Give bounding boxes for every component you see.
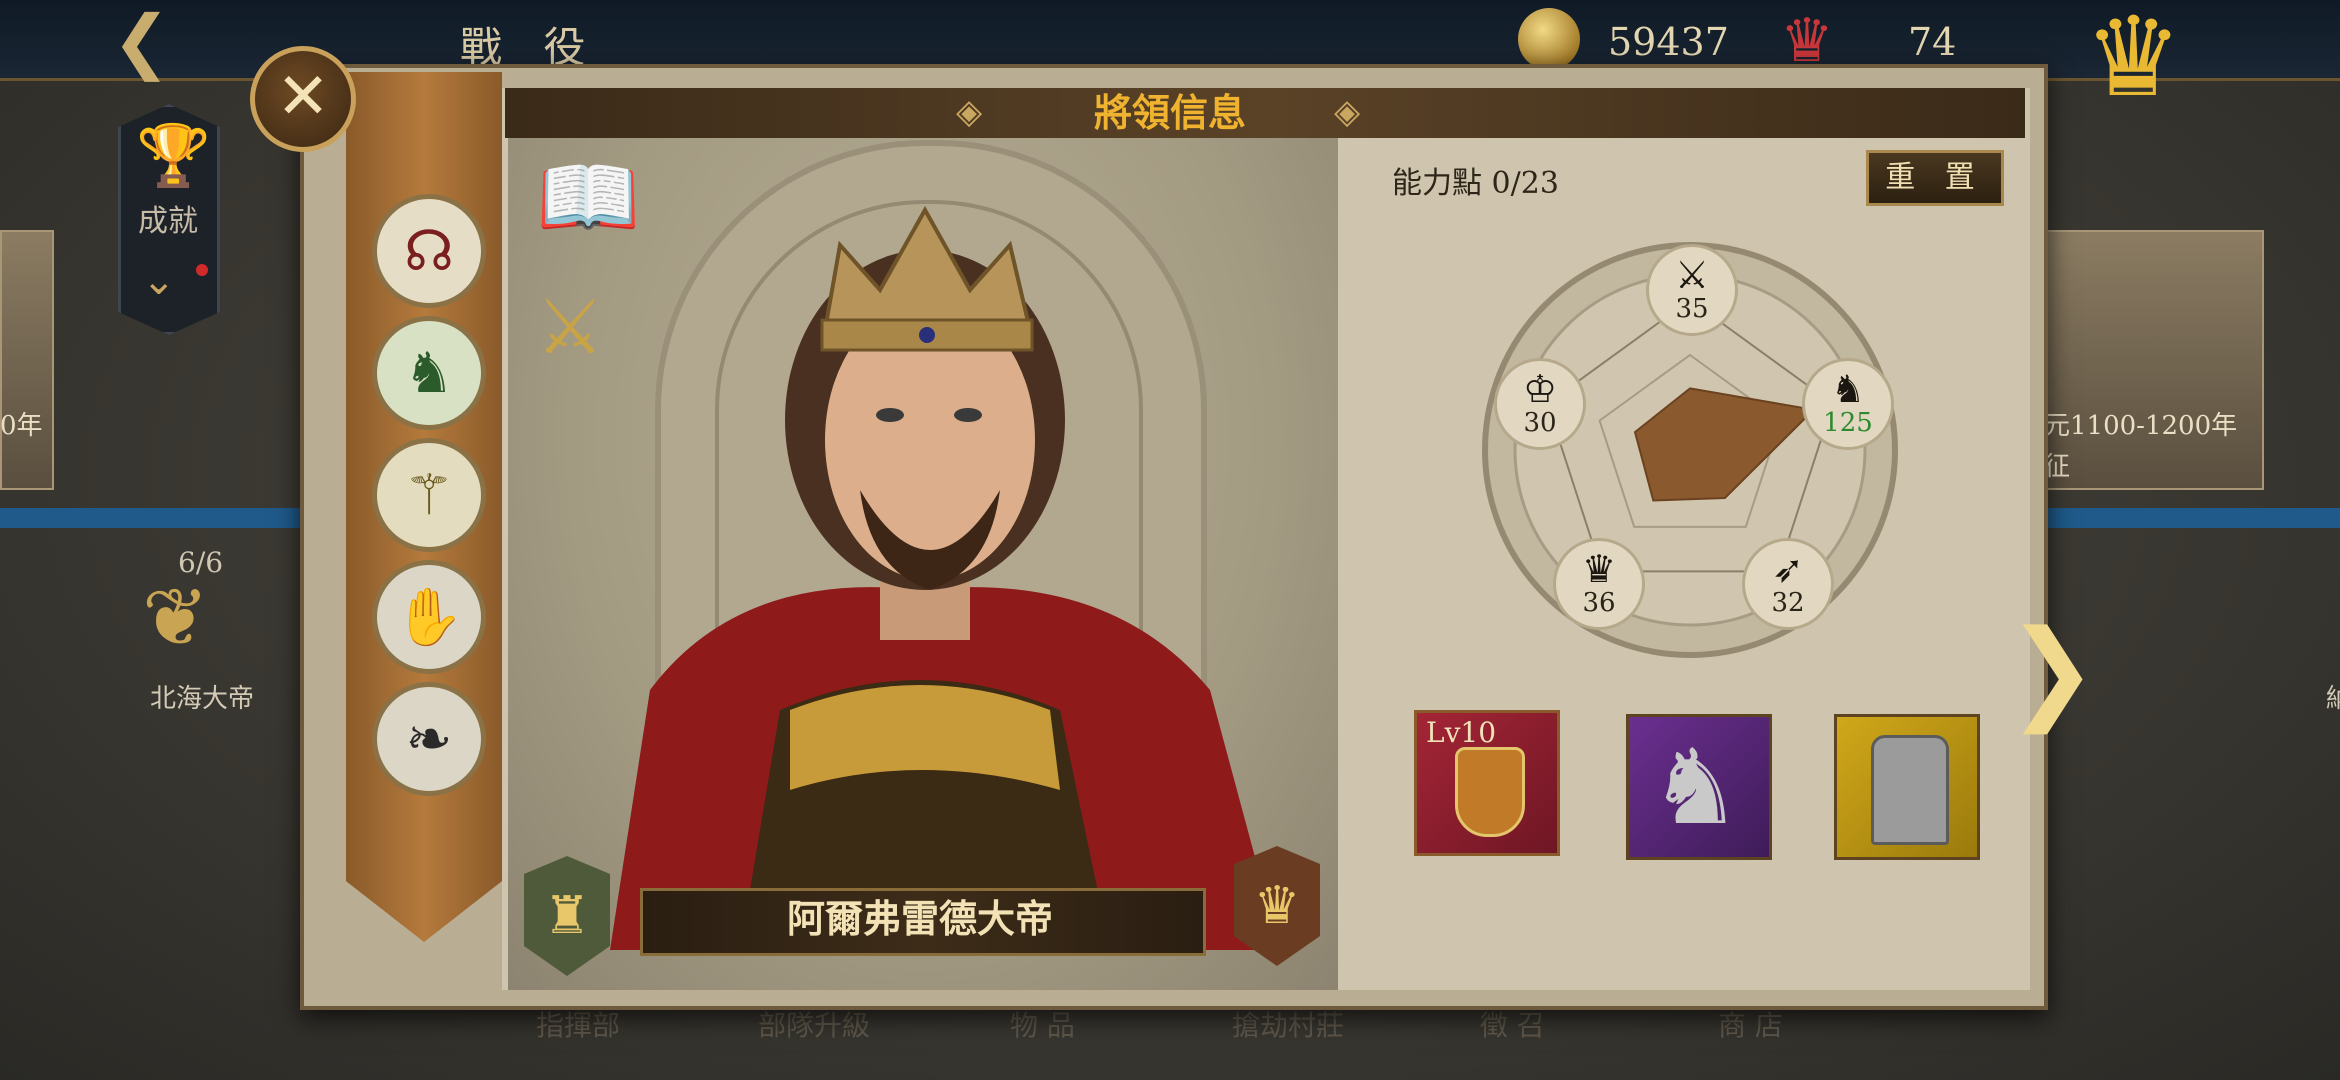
chainmail-armor-icon (1871, 735, 1949, 845)
general-portrait (610, 205, 1280, 950)
hero-name-right-partial: 納 (2326, 684, 2340, 714)
close-button[interactable]: ✕ (250, 46, 356, 152)
wing-skill-icon: ❧ (405, 706, 453, 772)
equip-horse-slot[interactable]: ♞ (1626, 714, 1772, 860)
timeline-band-left (0, 508, 300, 528)
hero-name-left: 北海大帝 (150, 684, 255, 714)
crown (822, 205, 1033, 332)
ability-points: 能力點 0/23 (1392, 166, 1559, 201)
eye-left (876, 408, 904, 422)
stat-defense-value: 36 (1582, 588, 1616, 618)
hand-skill-icon: ✋ (394, 585, 464, 650)
crown-count: 74 (1908, 20, 1957, 64)
stat-cavalry[interactable]: ♞ 125 (1802, 358, 1894, 450)
campaign-card-caption: 元1100-1200年 (2044, 411, 2238, 441)
laurel-heart-icon[interactable]: ❦ (142, 578, 209, 658)
crown-jewel (919, 327, 935, 343)
stat-archery-value: 32 (1771, 588, 1805, 618)
next-general-arrow-icon[interactable]: ❯ (2006, 615, 2098, 725)
skill-slot-3[interactable]: ⚚ (372, 438, 486, 552)
bottom-tab[interactable]: 物 品 (1010, 1004, 1075, 1044)
timeline-band-right (2040, 508, 2340, 528)
back-arrow-icon[interactable]: ❮ (112, 6, 171, 76)
stat-attack[interactable]: ⚔ 35 (1646, 244, 1738, 336)
skill-slot-5[interactable]: ❧ (372, 682, 486, 796)
skill-slot-1[interactable]: ☊ (372, 194, 486, 308)
crown-icon: ♔ (1522, 367, 1558, 411)
equip-armor-slot[interactable] (1834, 714, 1980, 860)
knight-icon: ♞ (1830, 367, 1866, 411)
title-ornament-right-icon: ◈ (1334, 92, 1361, 132)
knight-skill-icon: ♞ (403, 340, 455, 406)
stat-leadership-value: 30 (1523, 408, 1557, 438)
stat-leadership[interactable]: ♔ 30 (1494, 358, 1586, 450)
close-x-icon: ✕ (276, 60, 330, 134)
campaign-card-caption: 0年 (0, 411, 43, 441)
stat-archery[interactable]: ➶ 32 (1742, 538, 1834, 630)
skill-slot-2[interactable]: ♞ (372, 316, 486, 430)
skill-slot-4[interactable]: ✋ (372, 560, 486, 674)
eagle-icon: ♛ (1581, 547, 1617, 591)
dialog-title: 將領信息 (1093, 90, 1246, 135)
bottom-tab[interactable]: 指揮部 (536, 1004, 620, 1044)
eye-right (954, 408, 982, 422)
bottom-tab[interactable]: 搶劫村莊 (1232, 1004, 1344, 1044)
general-name: 阿爾弗雷德大帝 (786, 896, 1053, 941)
knot-skill-icon: ☊ (404, 218, 454, 284)
equip-level: Lv10 (1426, 716, 1497, 749)
bottom-tab[interactable]: 商 店 (1718, 1004, 1783, 1044)
halberd-skill-icon: ⚚ (403, 462, 455, 528)
bottom-tab[interactable]: 徵 召 (1480, 1004, 1545, 1044)
stat-cavalry-value: 125 (1823, 408, 1873, 438)
campaign-card-left[interactable] (0, 230, 54, 490)
shield-icon (1455, 747, 1525, 837)
chevron-down-icon: ⌄ (142, 258, 176, 304)
bottom-tab[interactable]: 部隊升級 (758, 1004, 870, 1044)
bow-icon: ➶ (1772, 547, 1804, 591)
armored-horse-icon: ♞ (1649, 726, 1743, 848)
achievement-label: 成就 (138, 204, 198, 239)
stat-defense[interactable]: ♛ 36 (1553, 538, 1645, 630)
royal-crown-icon[interactable]: ♛ (2084, 2, 2183, 112)
coin-count: 59437 (1608, 20, 1729, 64)
reset-button[interactable]: 重 置 (1866, 150, 2004, 206)
notification-dot (196, 264, 208, 276)
title-ornament-left-icon: ◈ (956, 92, 983, 132)
coin-icon (1518, 8, 1580, 70)
stat-attack-value: 35 (1675, 294, 1709, 324)
campaign-card-right[interactable] (2040, 230, 2264, 490)
trophy-icon: 🏆 (136, 121, 211, 191)
crossed-swords-icon: ⚔ (1674, 253, 1710, 297)
